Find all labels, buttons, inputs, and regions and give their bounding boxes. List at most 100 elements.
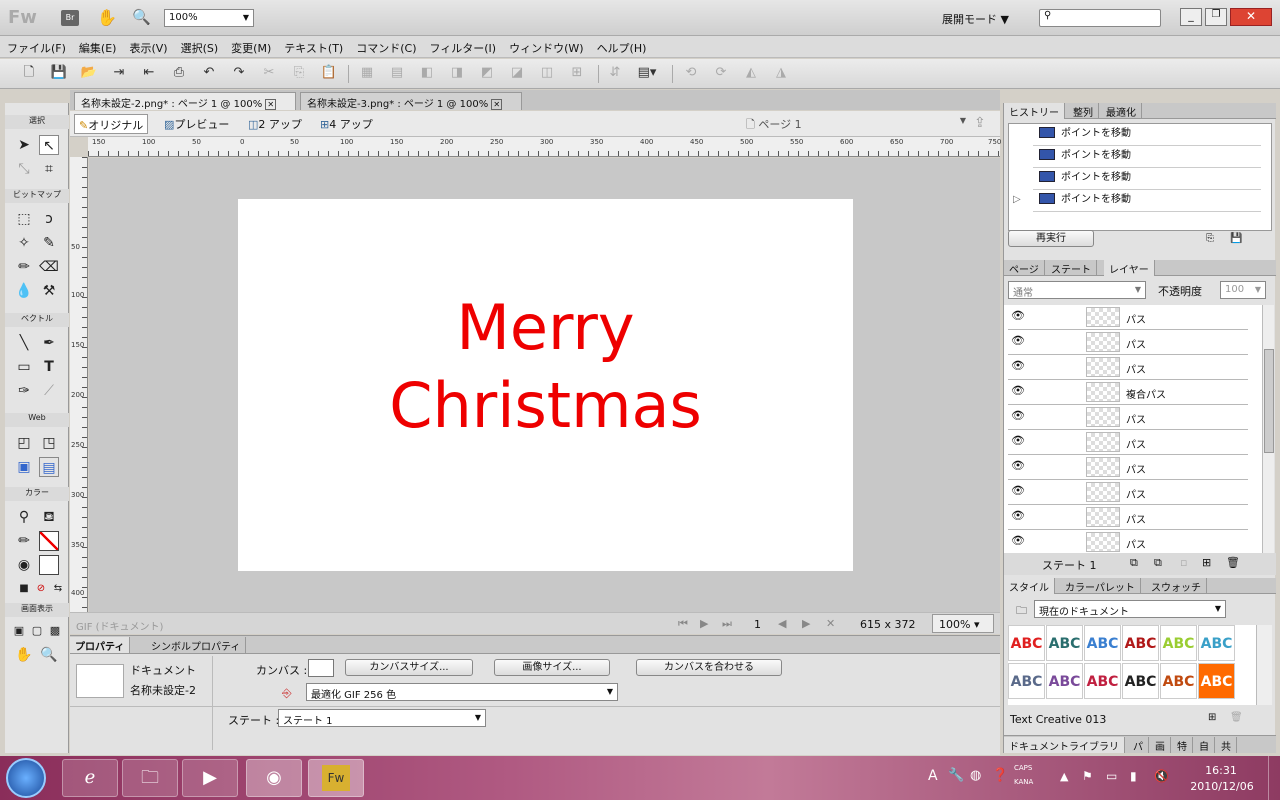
language-bar-icon[interactable]: A (928, 768, 938, 784)
last-frame-icon[interactable]: ⏭ (722, 617, 732, 631)
pointer-tool-icon[interactable]: ➤ (14, 135, 34, 155)
paint-bucket-tool-icon[interactable]: ⛾ (39, 507, 59, 527)
text-tool-icon[interactable]: T (39, 357, 59, 377)
minimize-button[interactable]: _ (1180, 8, 1202, 26)
tab-history[interactable]: ヒストリー (1004, 103, 1065, 119)
hand-tool-icon[interactable]: ✋ (14, 645, 34, 665)
flip-vertical-icon[interactable]: ◮ (772, 64, 790, 82)
style-swatch[interactable]: ABC (1084, 625, 1121, 661)
full-screen-icon[interactable]: ▩ (45, 621, 65, 641)
tab-doclib-4[interactable]: 特 (1172, 737, 1193, 753)
trash-icon[interactable]: 🗑 (1226, 556, 1240, 569)
eyedropper-tool-icon[interactable]: ⚲ (14, 507, 34, 527)
layer-row[interactable]: 👁 パス (1008, 530, 1248, 553)
history-item[interactable]: ポイントを移動 (1033, 190, 1261, 212)
firefox-taskbar-icon[interactable]: ◉ (246, 759, 302, 797)
show-hidden-icons[interactable]: ▲ (1060, 770, 1068, 783)
show-desktop-button[interactable] (1268, 756, 1280, 800)
style-swatch[interactable]: ABC (1008, 663, 1045, 699)
tab-color-palette[interactable]: カラーパレット (1060, 578, 1141, 594)
blur-tool-icon[interactable]: 💧 (14, 281, 34, 301)
history-item[interactable]: ポイントを移動 (1033, 168, 1261, 190)
action-center-icon[interactable]: ⚑ (1082, 769, 1093, 783)
new-sublayer-icon[interactable]: ⧉ (1154, 556, 1162, 570)
rectangle-tool-icon[interactable]: ▭ (14, 357, 34, 377)
volume-icon[interactable]: 🔇 (1154, 769, 1169, 783)
tab-doclib-3[interactable]: 画 (1150, 737, 1171, 753)
restore-button[interactable]: ❐ (1205, 8, 1227, 26)
styles-source-select[interactable]: 現在のドキュメント (1034, 600, 1226, 618)
style-swatch[interactable]: ABC (1122, 625, 1159, 661)
subselect-tool-icon[interactable]: ↖ (39, 135, 59, 155)
marquee-tool-icon[interactable]: ⬚ (14, 209, 34, 229)
search-input[interactable]: ⚲ (1039, 9, 1161, 27)
tab-doclib-2[interactable]: パ (1128, 737, 1149, 753)
style-swatch[interactable]: ABC (1122, 663, 1159, 699)
start-button[interactable] (6, 758, 46, 798)
view-original-button[interactable]: ✎オリジナル (74, 114, 149, 134)
replay-button[interactable]: 再実行 (1008, 230, 1094, 247)
export-icon[interactable]: ⇤ (140, 64, 158, 82)
layer-row[interactable]: 👁 パス (1008, 405, 1248, 430)
canvas-size-button[interactable]: カンバスサイズ... (345, 659, 473, 676)
flip-horizontal-icon[interactable]: ◭ (742, 64, 760, 82)
menu-help[interactable]: ヘルプ(H) (590, 36, 653, 56)
scale-tool-icon[interactable]: ⤡ (14, 159, 34, 179)
layer-row[interactable]: 👁 パス (1008, 505, 1248, 530)
menu-text[interactable]: テキスト(T) (277, 36, 349, 56)
new-style-icon[interactable]: ⊞ (1208, 712, 1216, 723)
style-swatch[interactable]: ABC (1160, 663, 1197, 699)
layers-scrollbar[interactable] (1262, 305, 1274, 553)
intersect-icon[interactable]: ◩ (478, 64, 496, 82)
menu-commands[interactable]: コマンド(C) (349, 36, 422, 56)
style-swatch[interactable]: ABC (1084, 663, 1121, 699)
view-4up-button[interactable]: ⊞4 アップ (320, 116, 373, 132)
blend-mode-select[interactable]: 通常 (1008, 281, 1146, 299)
style-swatch[interactable]: ABC (1160, 625, 1197, 661)
new-state-icon[interactable]: ⧉ (1130, 556, 1138, 570)
stroke-color-swatch[interactable] (39, 531, 59, 551)
paste-icon[interactable]: 📋 (320, 64, 338, 82)
opacity-input[interactable]: 100 (1220, 281, 1266, 299)
status-zoom-select[interactable]: 100% ▾ (932, 614, 994, 633)
canvas-text-merry[interactable]: Merry (238, 293, 853, 363)
visibility-eye-icon[interactable]: 👁 (1010, 359, 1026, 375)
magic-wand-tool-icon[interactable]: ✧ (14, 233, 34, 253)
show-slices-icon[interactable]: ▤ (39, 457, 59, 477)
crop-tool-icon[interactable]: ⌗ (39, 159, 59, 179)
tab-symbol-properties[interactable]: シンボルプロパティ (146, 637, 247, 653)
tab-properties[interactable]: プロパティ (70, 637, 131, 653)
tab-doclib-6[interactable]: 共 (1216, 737, 1237, 753)
bridge-button[interactable]: Br (61, 10, 79, 26)
style-swatch[interactable]: ABC (1046, 663, 1083, 699)
tab-pages[interactable]: ページ (1004, 260, 1045, 276)
fit-canvas-button[interactable]: カンバスを合わせる (636, 659, 782, 676)
visibility-eye-icon[interactable]: 👁 (1010, 384, 1026, 400)
tab-document-3[interactable]: 名称未設定-3.png* : ページ 1 @ 100% ✕ (300, 92, 522, 110)
tab-doclib-5[interactable]: 自 (1194, 737, 1215, 753)
new-layer-icon[interactable]: ▫ (1180, 556, 1187, 569)
network-icon[interactable]: ▮ (1130, 769, 1137, 783)
zoom-tool-icon[interactable]: 🔍 (39, 645, 59, 665)
ie-taskbar-icon[interactable]: ℯ (62, 759, 118, 797)
menu-edit[interactable]: 編集(E) (72, 36, 123, 56)
save-steps-icon[interactable]: 💾 (1230, 233, 1242, 244)
new-bitmap-icon[interactable]: ⊞ (1202, 556, 1211, 569)
delete-style-icon[interactable]: 🗑 (1230, 712, 1243, 723)
visibility-eye-icon[interactable]: 👁 (1010, 334, 1026, 350)
menu-view[interactable]: 表示(V) (122, 36, 173, 56)
line-tool-icon[interactable]: ╲ (14, 333, 34, 353)
align-icon[interactable]: ▤▾ (632, 64, 662, 82)
ime-icon[interactable]: ◍ (970, 768, 981, 783)
punch-icon[interactable]: ◪ (508, 64, 526, 82)
arrange-icon[interactable]: ⇵ (606, 64, 624, 82)
new-file-icon[interactable]: 🗋 (20, 64, 38, 82)
visibility-eye-icon[interactable]: 👁 (1010, 309, 1026, 325)
save-icon[interactable]: 💾 (50, 64, 68, 82)
layer-row[interactable]: 👁 パス (1008, 355, 1248, 380)
print-icon[interactable]: ⎙ (170, 64, 188, 82)
close-button[interactable]: ✕ (1230, 8, 1272, 26)
tab-swatches[interactable]: スウォッチ (1146, 578, 1207, 594)
workspace-switcher[interactable]: 展開モード ▼ (942, 11, 1009, 27)
hotspot-tool-icon[interactable]: ◰ (14, 433, 34, 453)
